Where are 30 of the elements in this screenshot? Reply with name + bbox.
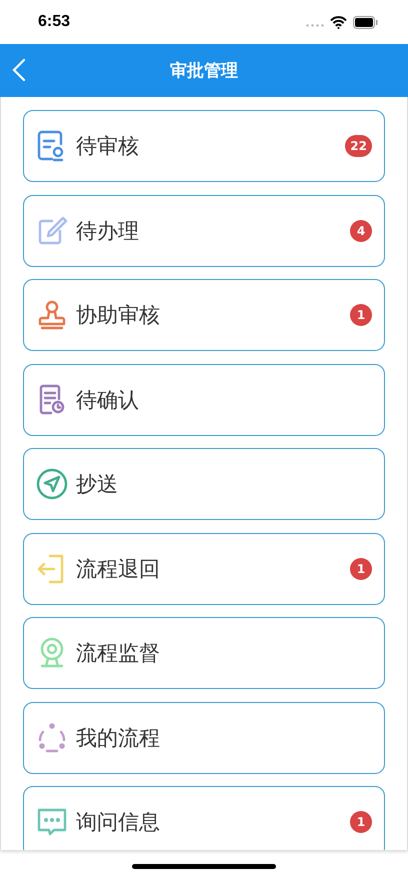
- menu-item-label: 流程监督: [76, 640, 161, 667]
- menu-item[interactable]: 待确认: [23, 364, 385, 436]
- wifi-icon: [330, 16, 347, 28]
- count-badge: 1: [350, 558, 372, 580]
- signal-icon: [306, 24, 324, 26]
- back-icon: [12, 58, 26, 82]
- menu-item[interactable]: 待办理 4: [23, 194, 385, 266]
- menu-item-label: 待确认: [76, 386, 140, 414]
- menu-item[interactable]: 询问信息 1: [23, 786, 385, 850]
- menu-item-label: 我的流程: [76, 724, 161, 752]
- menu-item[interactable]: 流程监督: [23, 617, 385, 689]
- menu-item[interactable]: 我的流程: [23, 702, 385, 774]
- page-title: 审批管理: [170, 60, 238, 82]
- battery-icon: [353, 16, 378, 28]
- count-badge: 1: [350, 811, 372, 833]
- menu-item-label: 询问信息: [76, 809, 161, 836]
- back-button[interactable]: [10, 56, 28, 84]
- menu-item[interactable]: 协助审核 1: [23, 279, 385, 351]
- menu-item-label: 待办理: [76, 218, 140, 244]
- menu-item-label: 流程退回: [76, 556, 161, 582]
- menu-item-label: 协助审核: [76, 302, 161, 329]
- menu-item[interactable]: 抄送: [23, 448, 385, 520]
- count-badge: 22: [345, 135, 372, 157]
- menu-item[interactable]: 待审核 22: [23, 110, 385, 182]
- status-time: 6:53: [38, 13, 70, 31]
- menu-item-label: 待审核: [76, 133, 140, 160]
- count-badge: 4: [350, 220, 372, 242]
- menu-item[interactable]: 流程退回 1: [23, 532, 385, 604]
- count-badge: 1: [350, 304, 372, 326]
- menu-item-label: 抄送: [76, 471, 119, 498]
